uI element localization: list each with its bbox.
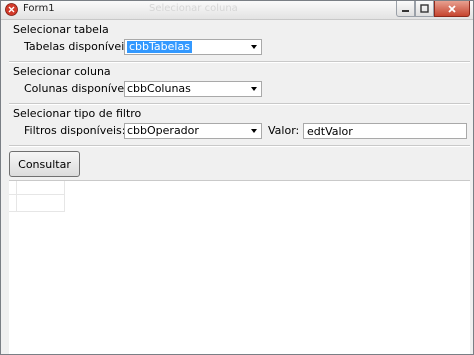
chevron-down-icon bbox=[251, 87, 257, 91]
window-title: Form1 bbox=[23, 3, 55, 14]
combo-operador-value: cbbOperador bbox=[127, 124, 199, 137]
consultar-button[interactable]: Consultar bbox=[9, 151, 80, 177]
window-title-ghost: Selecionar coluna bbox=[149, 3, 238, 14]
combo-operador[interactable]: cbbOperador bbox=[124, 123, 262, 139]
combo-colunas-value: cbbColunas bbox=[127, 82, 191, 95]
minimize-button[interactable] bbox=[396, 1, 415, 17]
grid-indicator-cell bbox=[9, 181, 17, 195]
combo-tabelas-value: cbbTabelas bbox=[127, 40, 192, 53]
maximize-button[interactable] bbox=[415, 1, 434, 17]
separator bbox=[9, 61, 470, 63]
combo-colunas[interactable]: cbbColunas bbox=[124, 81, 262, 97]
grid-cell[interactable] bbox=[17, 195, 65, 212]
label-colunas: Colunas disponíveis: bbox=[24, 82, 137, 95]
combo-tabelas[interactable]: cbbTabelas bbox=[124, 39, 262, 55]
label-tabelas: Tabelas disponíveis: bbox=[24, 40, 134, 53]
section-title-coluna: Selecionar coluna bbox=[13, 65, 111, 78]
title-bar[interactable]: Form1 Selecionar coluna bbox=[1, 1, 473, 20]
app-icon bbox=[5, 3, 18, 16]
separator bbox=[9, 103, 470, 105]
valor-input-value: edtValor bbox=[307, 125, 353, 138]
main-window: Form1 Selecionar coluna Selecionar tabel… bbox=[0, 0, 474, 355]
maximize-icon bbox=[420, 4, 429, 13]
grid-indicator-cell bbox=[9, 195, 17, 212]
chevron-down-icon bbox=[251, 129, 257, 133]
results-grid[interactable] bbox=[9, 180, 470, 354]
chevron-down-icon bbox=[251, 45, 257, 49]
section-title-filtro: Selecionar tipo de filtro bbox=[13, 107, 142, 120]
label-valor: Valor: bbox=[268, 124, 300, 137]
minimize-icon bbox=[402, 10, 409, 12]
close-button[interactable] bbox=[434, 1, 470, 17]
close-icon bbox=[448, 4, 456, 13]
valor-input[interactable]: edtValor bbox=[303, 123, 467, 139]
separator bbox=[9, 145, 470, 147]
grid-cell[interactable] bbox=[17, 181, 65, 195]
section-title-tabela: Selecionar tabela bbox=[13, 23, 109, 36]
label-filtros: Filtros disponíveis: bbox=[24, 124, 126, 137]
